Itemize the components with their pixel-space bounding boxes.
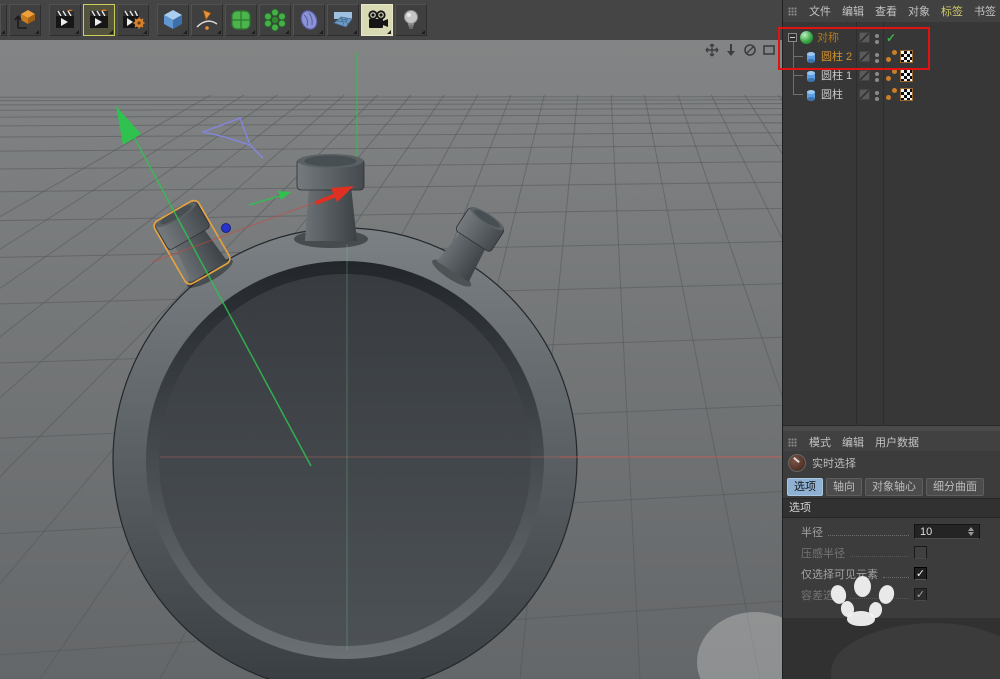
object-manager-menubar: 文件 编辑 查看 对象 标签 书签 bbox=[783, 0, 1000, 23]
live-selection-icon bbox=[788, 454, 806, 472]
subdivision-surface-icon bbox=[228, 7, 254, 33]
watermark-wave bbox=[831, 623, 1000, 679]
radius-input[interactable]: 10 bbox=[914, 524, 980, 539]
render-picture-viewer-icon bbox=[86, 7, 112, 33]
floor-icon bbox=[330, 7, 356, 33]
om-menu-edit[interactable]: 编辑 bbox=[842, 3, 864, 19]
main-toolbar bbox=[0, 0, 782, 41]
am-menu-userdata[interactable]: 用户数据 bbox=[875, 434, 919, 450]
render-settings-button[interactable] bbox=[117, 4, 149, 36]
volume-button[interactable] bbox=[293, 4, 325, 36]
viewport-canvas bbox=[0, 40, 782, 679]
om-menu-view[interactable]: 查看 bbox=[875, 3, 897, 19]
render-picture-viewer-button[interactable] bbox=[83, 4, 115, 36]
dotted-leader bbox=[828, 527, 909, 536]
panel-grip-icon[interactable] bbox=[788, 438, 797, 447]
param-label: 压感半径 bbox=[801, 545, 845, 561]
radius-value: 10 bbox=[920, 526, 932, 538]
om-menu-bookmarks[interactable]: 书签 bbox=[974, 3, 996, 19]
primitive-cube-button[interactable] bbox=[157, 4, 189, 36]
om-menu-object[interactable]: 对象 bbox=[908, 3, 930, 19]
param-pressure-radius: 压感半径 bbox=[783, 542, 1000, 563]
dotted-leader bbox=[850, 548, 909, 557]
pan-icon[interactable] bbox=[705, 43, 719, 57]
annotation-highlight-box bbox=[778, 27, 930, 70]
deformer-button[interactable] bbox=[259, 4, 291, 36]
render-view-button[interactable] bbox=[49, 4, 81, 36]
tag-dots[interactable] bbox=[886, 88, 898, 100]
am-menu-edit[interactable]: 编辑 bbox=[842, 434, 864, 450]
panel-grip-icon[interactable] bbox=[788, 7, 797, 16]
tree-row-cylinder[interactable]: 圆柱 bbox=[783, 86, 1000, 104]
render-view-icon bbox=[52, 7, 78, 33]
section-header: 选项 bbox=[783, 498, 1000, 518]
clipped-tool-button[interactable] bbox=[0, 4, 7, 36]
tab-axis[interactable]: 轴向 bbox=[826, 478, 862, 496]
spline-pen-button[interactable] bbox=[191, 4, 223, 36]
active-tool-row: 实时选择 bbox=[783, 451, 1000, 475]
workplane-tool-button[interactable] bbox=[9, 4, 41, 36]
tab-options[interactable]: 选项 bbox=[787, 478, 823, 496]
rotate-icon[interactable] bbox=[743, 43, 757, 57]
viewport-nav-controls bbox=[705, 43, 776, 57]
deformer-icon bbox=[262, 7, 288, 33]
tag-dots[interactable] bbox=[886, 69, 898, 81]
floor-button[interactable] bbox=[327, 4, 359, 36]
om-menu-tags[interactable]: 标签 bbox=[941, 3, 963, 19]
pen-icon bbox=[194, 7, 220, 33]
light-button[interactable] bbox=[395, 4, 427, 36]
workplane-icon bbox=[12, 7, 38, 33]
volume-icon bbox=[296, 7, 322, 33]
cube-icon bbox=[160, 7, 186, 33]
om-menu-file[interactable]: 文件 bbox=[809, 3, 831, 19]
right-panel: 文件 编辑 查看 对象 标签 书签 对称 ✓ bbox=[782, 0, 1000, 679]
tab-object-axis[interactable]: 对象轴心 bbox=[865, 478, 923, 496]
attribute-tabs: 选项 轴向 对象轴心 细分曲面 bbox=[783, 475, 1000, 498]
texture-tag-icon[interactable] bbox=[900, 88, 913, 101]
toggle-view-icon[interactable] bbox=[762, 43, 776, 57]
application-window: 文件 编辑 查看 对象 标签 书签 对称 ✓ bbox=[0, 0, 1000, 679]
camera-button[interactable] bbox=[361, 4, 393, 36]
display-color-chip[interactable] bbox=[859, 89, 870, 100]
param-visible-only: 仅选择可见元素 ✓ bbox=[783, 563, 1000, 584]
dolly-icon[interactable] bbox=[724, 43, 738, 57]
camera-icon bbox=[364, 7, 390, 33]
display-color-chip[interactable] bbox=[859, 70, 870, 81]
param-radius: 半径 10 bbox=[783, 521, 1000, 542]
object-manager-tree: 对称 ✓ 圆柱 2 圆柱 1 bbox=[783, 22, 1000, 425]
am-menu-mode[interactable]: 模式 bbox=[809, 434, 831, 450]
viewport[interactable] bbox=[0, 40, 782, 679]
cylinder-object-icon[interactable] bbox=[804, 69, 818, 83]
pressure-radius-checkbox[interactable] bbox=[914, 546, 927, 559]
gizmo-handle-dot[interactable] bbox=[222, 224, 231, 233]
active-tool-label: 实时选择 bbox=[812, 455, 856, 471]
visible-only-checkbox[interactable]: ✓ bbox=[914, 567, 927, 580]
tab-subdivision[interactable]: 细分曲面 bbox=[926, 478, 984, 496]
dotted-leader bbox=[883, 569, 909, 578]
render-settings-icon bbox=[120, 7, 146, 33]
panel-empty-area bbox=[783, 618, 1000, 679]
subdivision-surface-button[interactable] bbox=[225, 4, 257, 36]
cylinder-object-icon[interactable] bbox=[804, 88, 818, 102]
light-icon bbox=[398, 7, 424, 33]
texture-tag-icon[interactable] bbox=[900, 69, 913, 82]
param-label: 半径 bbox=[801, 524, 823, 540]
object-label[interactable]: 圆柱 bbox=[821, 86, 843, 104]
tolerant-selection-checkbox[interactable]: ✓ bbox=[914, 588, 927, 601]
spinner[interactable] bbox=[968, 526, 977, 537]
